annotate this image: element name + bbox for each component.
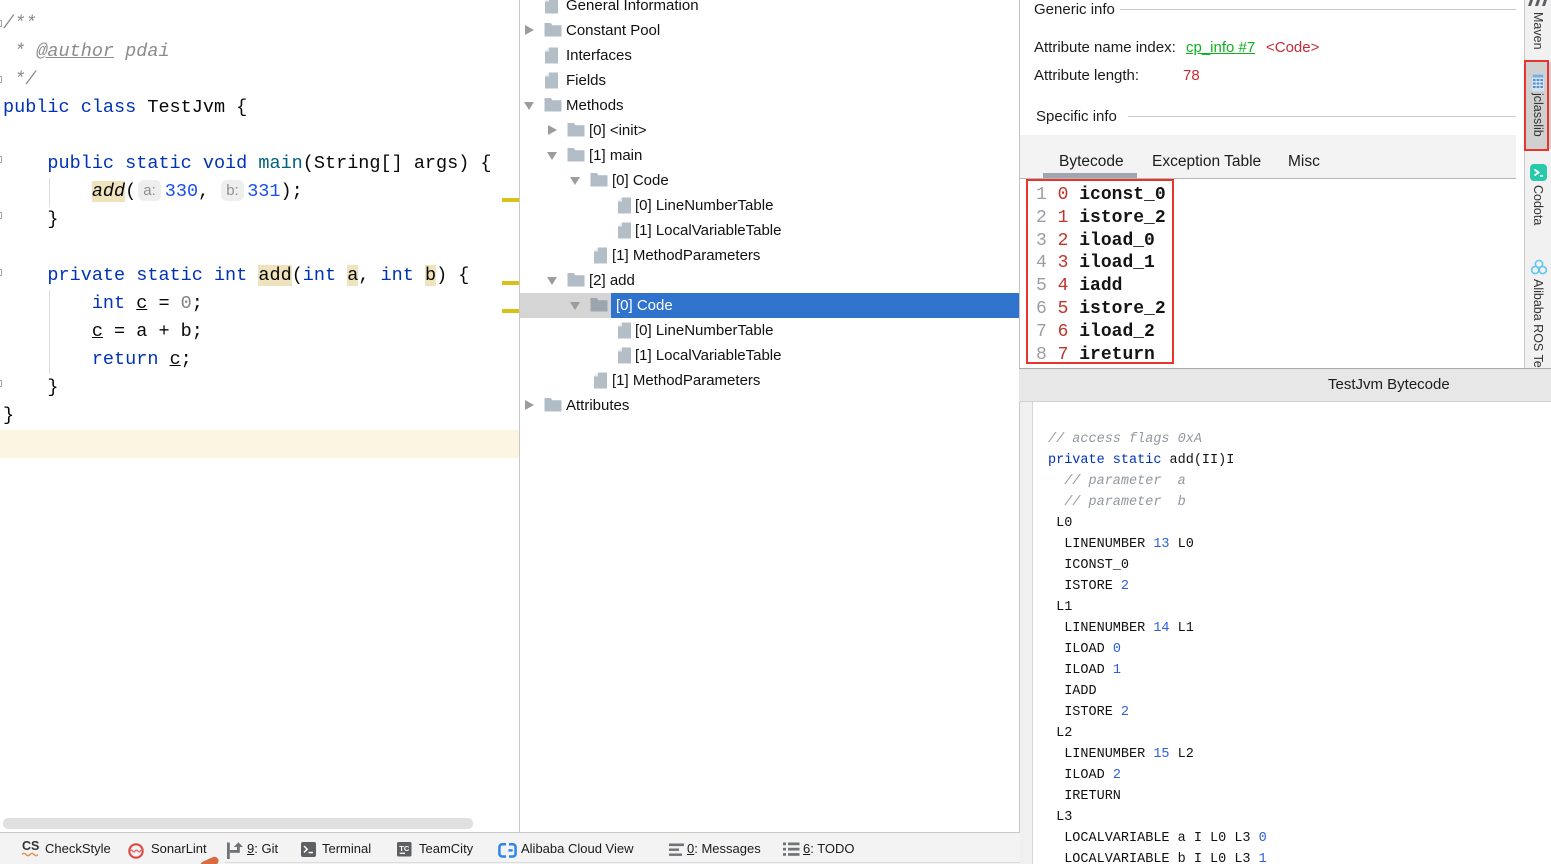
svg-text:TC: TC [399, 844, 410, 853]
